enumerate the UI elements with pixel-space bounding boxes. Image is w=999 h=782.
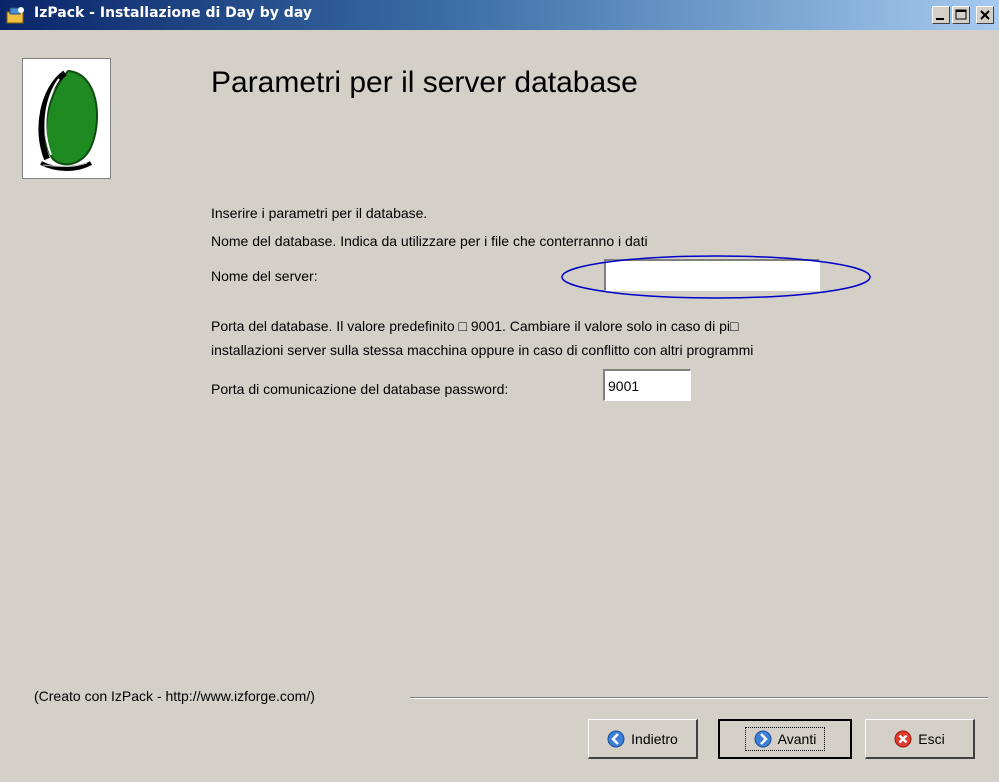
port-label: Porta di comunicazione del database pass… (211, 381, 509, 397)
back-label: Indietro (631, 730, 678, 747)
port-description-line1: Porta del database. Il valore predefinit… (211, 318, 739, 334)
port-input[interactable] (603, 369, 691, 401)
title-bar: IzPack - Installazione di Day by day (0, 0, 999, 30)
arrow-right-icon (754, 730, 772, 748)
back-button[interactable]: Indietro (588, 719, 698, 759)
close-button[interactable] (976, 6, 994, 24)
green-leaf-logo (38, 69, 98, 171)
next-button[interactable]: Avanti (718, 719, 852, 759)
exit-button[interactable]: Esci (865, 719, 975, 759)
window-title: IzPack - Installazione di Day by day (34, 5, 312, 21)
minimize-icon (936, 18, 944, 20)
maximize-button[interactable] (952, 6, 970, 24)
arrow-left-icon (607, 730, 625, 747)
minimize-button[interactable] (932, 6, 950, 24)
page-title: Parametri per il server database (211, 66, 638, 99)
installer-icon (6, 7, 24, 24)
next-label: Avanti (777, 731, 817, 747)
highlight-ellipse (561, 255, 871, 299)
port-description-line2: installazioni server sulla stessa macchi… (211, 342, 754, 358)
db-name-description: Nome del database. Indica da utilizzare … (211, 233, 648, 249)
server-label: Nome del server: (211, 268, 318, 284)
maximize-icon (955, 9, 967, 20)
close-icon (980, 10, 990, 20)
intro-text: Inserire i parametri per il database. (211, 205, 428, 221)
focus-rect: Avanti (744, 727, 826, 751)
footer-divider (410, 697, 988, 699)
stop-x-icon (894, 730, 912, 747)
exit-label: Esci (918, 730, 945, 747)
logo-panel (22, 58, 111, 179)
footer-credit: (Creato con IzPack - http://www.izforge.… (34, 688, 315, 704)
